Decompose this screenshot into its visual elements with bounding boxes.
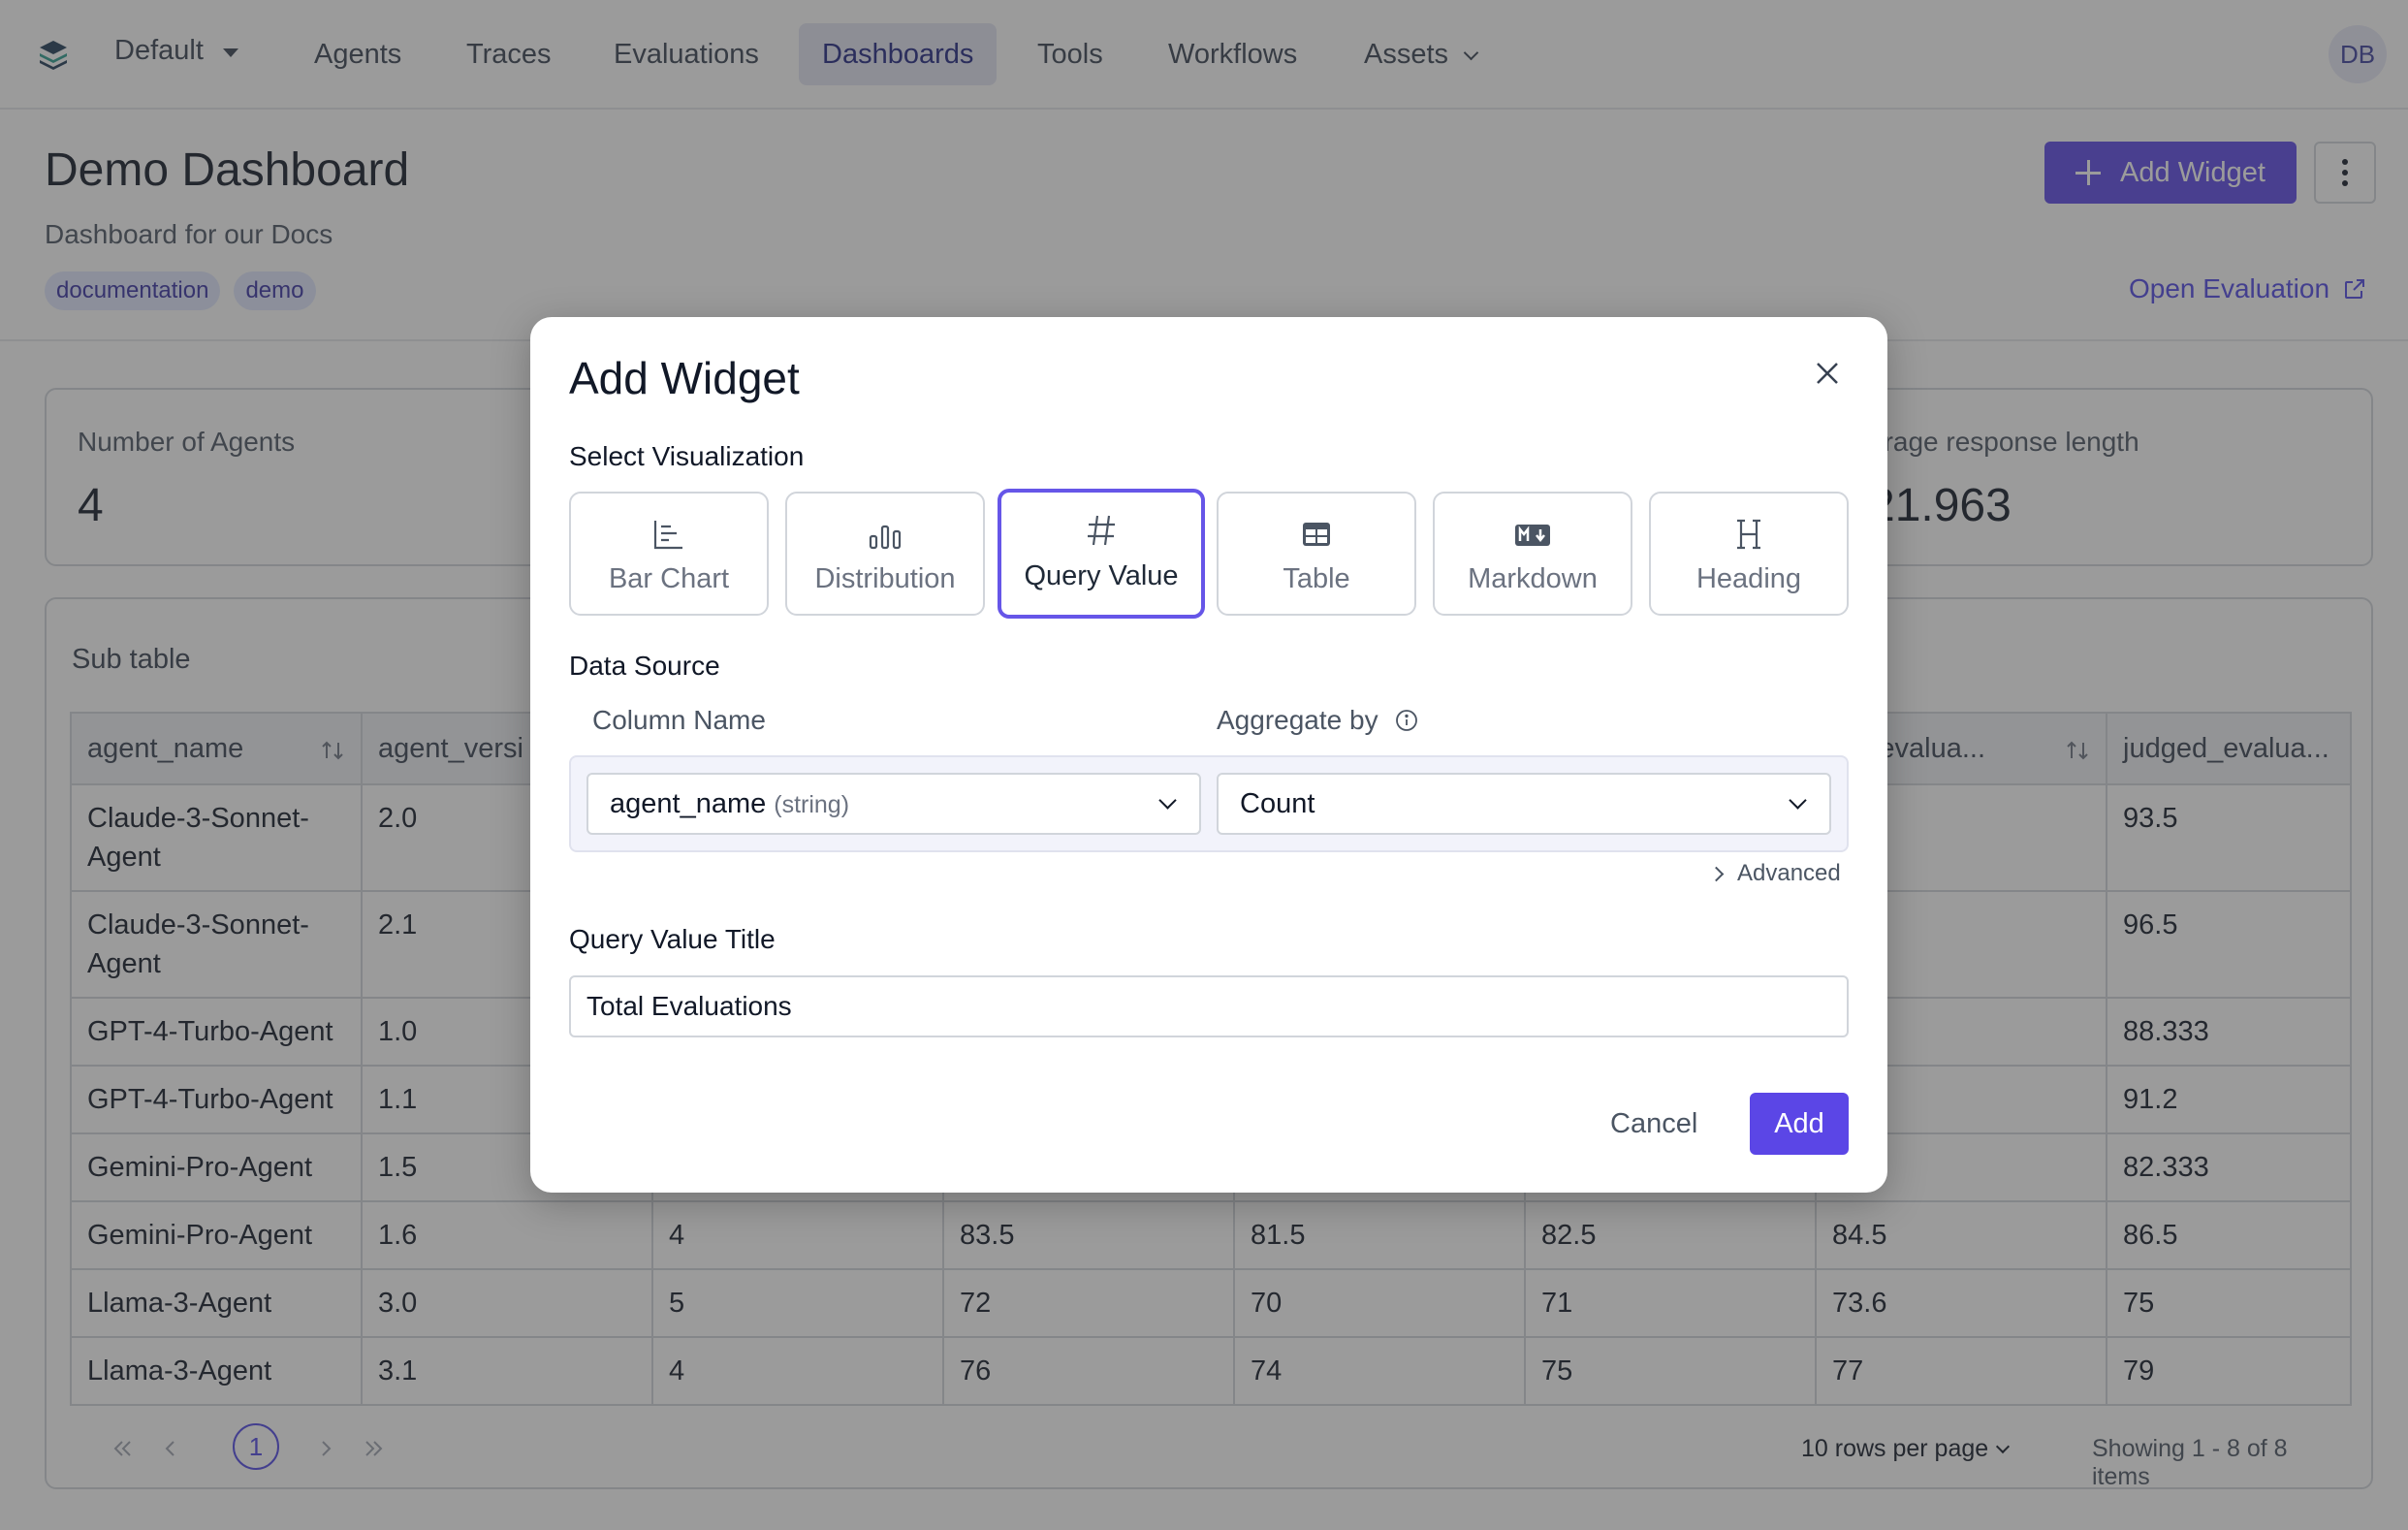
- aggregate-by-select[interactable]: Count: [1217, 773, 1831, 835]
- viz-option-label: Bar Chart: [608, 563, 730, 594]
- query-value-title-input[interactable]: Total Evaluations: [569, 975, 1849, 1037]
- advanced-label: Advanced: [1737, 860, 1841, 886]
- add-button[interactable]: Add: [1750, 1093, 1849, 1155]
- add-widget-modal: Add Widget Select Visualization Bar Char…: [530, 317, 1887, 1193]
- viz-option-table[interactable]: Table: [1217, 492, 1416, 616]
- column-name-label: Column Name: [592, 705, 766, 735]
- viz-option-label: Table: [1283, 563, 1350, 594]
- viz-option-query-value[interactable]: Query Value: [998, 489, 1205, 619]
- viz-option-label: Distribution: [814, 563, 956, 594]
- chevron-down-icon: [1158, 791, 1177, 810]
- hash-icon: [1088, 515, 1115, 546]
- visualization-options: Bar Chart Distribution Query Value Table…: [569, 489, 1849, 619]
- viz-option-bar-chart[interactable]: Bar Chart: [569, 492, 769, 616]
- viz-option-label: Heading: [1695, 563, 1802, 594]
- table-icon: [1303, 523, 1330, 546]
- chevron-down-icon: [1789, 791, 1807, 810]
- viz-option-distribution[interactable]: Distribution: [785, 492, 985, 616]
- modal-title: Add Widget: [569, 353, 800, 403]
- select-visualization-label: Select Visualization: [569, 441, 805, 471]
- info-icon[interactable]: [1395, 709, 1418, 732]
- viz-option-label: Markdown: [1468, 563, 1598, 594]
- bar-chart-icon: [653, 521, 682, 550]
- column-type-hint: (string): [774, 791, 850, 818]
- data-source-panel: agent_name (string) Count: [569, 755, 1849, 852]
- aggregate-by-label: Aggregate by: [1217, 705, 1418, 736]
- query-value-title-label: Query Value Title: [569, 924, 776, 954]
- cancel-button[interactable]: Cancel: [1610, 1093, 1697, 1155]
- heading-icon: [1737, 519, 1760, 550]
- chevron-right-icon: [1708, 866, 1725, 881]
- aggregate-value: Count: [1240, 788, 1315, 819]
- markdown-icon: [1515, 525, 1550, 546]
- viz-option-heading[interactable]: Heading: [1649, 492, 1849, 616]
- viz-option-markdown[interactable]: Markdown: [1433, 492, 1632, 616]
- advanced-toggle[interactable]: Advanced: [1708, 860, 1841, 887]
- close-icon[interactable]: [1810, 356, 1845, 391]
- distribution-icon: [869, 525, 902, 550]
- data-source-label: Data Source: [569, 651, 720, 681]
- viz-option-label: Query Value: [1024, 560, 1179, 591]
- column-name-select[interactable]: agent_name (string): [586, 773, 1201, 835]
- column-name-value: agent_name: [610, 788, 767, 819]
